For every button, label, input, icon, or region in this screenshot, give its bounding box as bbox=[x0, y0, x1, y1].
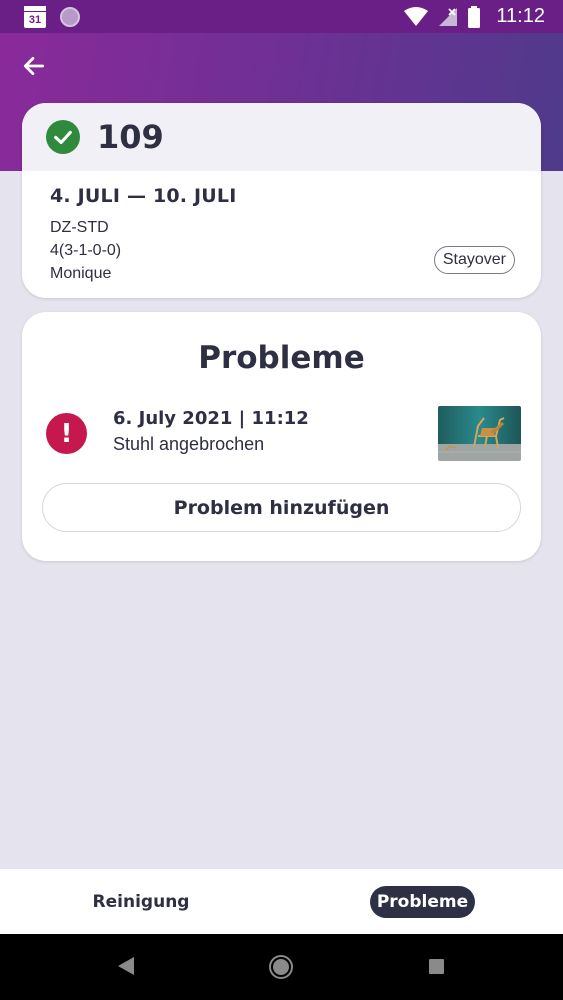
clock: 11:12 bbox=[496, 5, 545, 27]
status-bar: 31 11:12 bbox=[0, 0, 563, 33]
problem-item[interactable]: ! 6. July 2021 | 11:12 Stuhl angebrochen bbox=[46, 404, 521, 462]
home-circle-icon[interactable] bbox=[268, 954, 294, 980]
check-circle-icon bbox=[46, 120, 80, 154]
add-problem-button[interactable]: Problem hinzufügen bbox=[42, 483, 521, 532]
tab-reinigung[interactable]: Reinigung bbox=[93, 886, 190, 918]
tab-probleme[interactable]: Probleme bbox=[370, 886, 475, 918]
signal-icon bbox=[439, 7, 458, 26]
problems-card: Probleme ! 6. July 2021 | 11:12 Stuhl an… bbox=[22, 312, 541, 561]
back-button[interactable] bbox=[18, 50, 50, 82]
status-badge: Stayover bbox=[433, 246, 515, 274]
problem-photo[interactable] bbox=[438, 406, 521, 461]
back-triangle-icon[interactable] bbox=[116, 955, 136, 977]
alert-icon: ! bbox=[46, 413, 87, 454]
recents-square-icon[interactable] bbox=[428, 958, 445, 975]
room-details: 4. JULI — 10. JULI DZ-STD 4(3-1-0-0) Mon… bbox=[22, 171, 541, 282]
problem-description: Stuhl angebrochen bbox=[113, 434, 265, 454]
wifi-icon bbox=[404, 6, 429, 26]
sync-icon bbox=[60, 6, 80, 27]
room-card: 109 4. JULI — 10. JULI DZ-STD 4(3-1-0-0)… bbox=[22, 103, 541, 298]
problem-date: 6. July 2021 | 11:12 bbox=[113, 408, 309, 429]
battery-icon bbox=[468, 5, 481, 28]
room-card-header: 109 bbox=[22, 103, 541, 171]
problems-title: Probleme bbox=[198, 340, 365, 376]
room-type: DZ-STD bbox=[50, 219, 109, 236]
bottom-tab-bar: Reinigung Probleme bbox=[0, 869, 563, 934]
room-number: 109 bbox=[97, 118, 164, 156]
date-range: 4. JULI — 10. JULI bbox=[50, 185, 237, 207]
calendar-icon: 31 bbox=[24, 5, 46, 28]
system-nav-bar bbox=[0, 934, 563, 1000]
arrow-left-icon bbox=[23, 57, 45, 75]
